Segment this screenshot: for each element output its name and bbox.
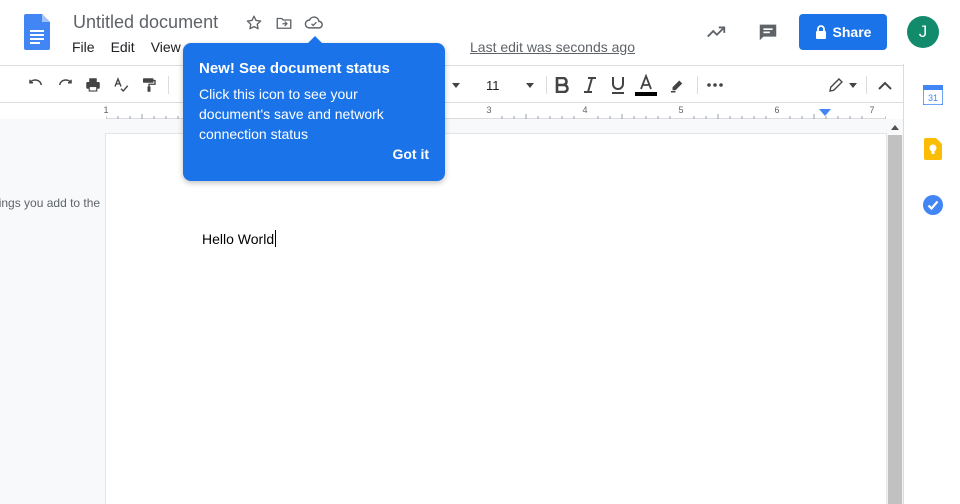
document-title[interactable]: Untitled document <box>73 12 218 33</box>
italic-icon[interactable] <box>578 74 602 96</box>
chevron-down-icon <box>526 82 534 88</box>
print-icon[interactable] <box>81 74 105 96</box>
menu-file[interactable]: File <box>64 38 103 58</box>
docs-logo-icon[interactable] <box>24 14 50 50</box>
menu-bar: File Edit View <box>64 38 189 58</box>
ruler-label: 5 <box>678 105 684 115</box>
share-label: Share <box>832 24 872 40</box>
vertical-scrollbar[interactable] <box>887 135 903 504</box>
menu-edit[interactable]: Edit <box>103 38 143 58</box>
lock-icon <box>815 25 826 39</box>
undo-icon[interactable] <box>24 74 48 96</box>
bold-icon[interactable] <box>550 74 574 96</box>
ruler-label: 4 <box>582 105 588 115</box>
got-it-button[interactable]: Got it <box>392 146 429 162</box>
share-button[interactable]: Share <box>799 14 887 50</box>
document-page[interactable]: Hello World <box>106 134 886 504</box>
scrollbar-thumb[interactable] <box>888 135 902 504</box>
side-panel: 31 <box>903 64 960 504</box>
google-docs-window: Untitled document File Edit View Last ed… <box>0 0 960 504</box>
paint-format-icon[interactable] <box>137 74 161 96</box>
text-cursor <box>275 230 277 247</box>
collapse-icon[interactable] <box>873 74 897 96</box>
last-edit-link[interactable]: Last edit was seconds ago <box>470 39 635 55</box>
font-size-value: 11 <box>486 77 500 93</box>
spellcheck-icon[interactable] <box>109 74 133 96</box>
document-status-tooltip: New! See document status Click this icon… <box>183 36 445 181</box>
more-icon[interactable] <box>703 74 727 96</box>
keep-icon[interactable] <box>922 138 944 160</box>
tooltip-body: Click this icon to see your document's s… <box>199 86 384 142</box>
font-dropdown-chevron-icon[interactable] <box>449 74 463 96</box>
ruler-label: 1 <box>103 105 109 115</box>
underline-icon[interactable] <box>606 74 630 96</box>
formatting-toolbar: 11 <box>0 65 903 103</box>
title-bar: Untitled document File Edit View Last ed… <box>0 0 960 64</box>
calendar-icon[interactable]: 31 <box>922 84 944 106</box>
ruler-label: 6 <box>774 105 780 115</box>
activity-dashboard-icon[interactable] <box>700 16 732 48</box>
redo-icon[interactable] <box>53 74 77 96</box>
font-size-select[interactable]: 11 <box>474 75 540 95</box>
tooltip-title: New! See document status <box>199 60 390 77</box>
tooltip-arrow <box>307 36 323 44</box>
tasks-icon[interactable] <box>922 194 944 216</box>
account-avatar[interactable]: J <box>907 16 939 48</box>
document-workspace: Headings you add to the document will He… <box>0 119 903 504</box>
ruler-label: 3 <box>486 105 492 115</box>
editing-mode-icon[interactable] <box>825 74 859 96</box>
comment-history-icon[interactable] <box>752 16 784 48</box>
move-to-folder-icon[interactable] <box>274 13 294 33</box>
ruler: 1 1 2 3 4 5 6 7 <box>0 103 903 119</box>
menu-view[interactable]: View <box>143 38 189 58</box>
outline-hint-text: Headings you add to the document will <box>0 196 100 210</box>
document-status-icon[interactable] <box>304 13 324 33</box>
ruler-label: 7 <box>869 105 875 115</box>
text-color-icon[interactable] <box>634 74 658 96</box>
svg-text:31: 31 <box>928 93 938 103</box>
highlight-icon[interactable] <box>665 74 689 96</box>
document-body-text[interactable]: Hello World <box>202 230 277 247</box>
scroll-up-arrow-icon[interactable] <box>887 119 903 135</box>
star-icon[interactable] <box>244 13 264 33</box>
